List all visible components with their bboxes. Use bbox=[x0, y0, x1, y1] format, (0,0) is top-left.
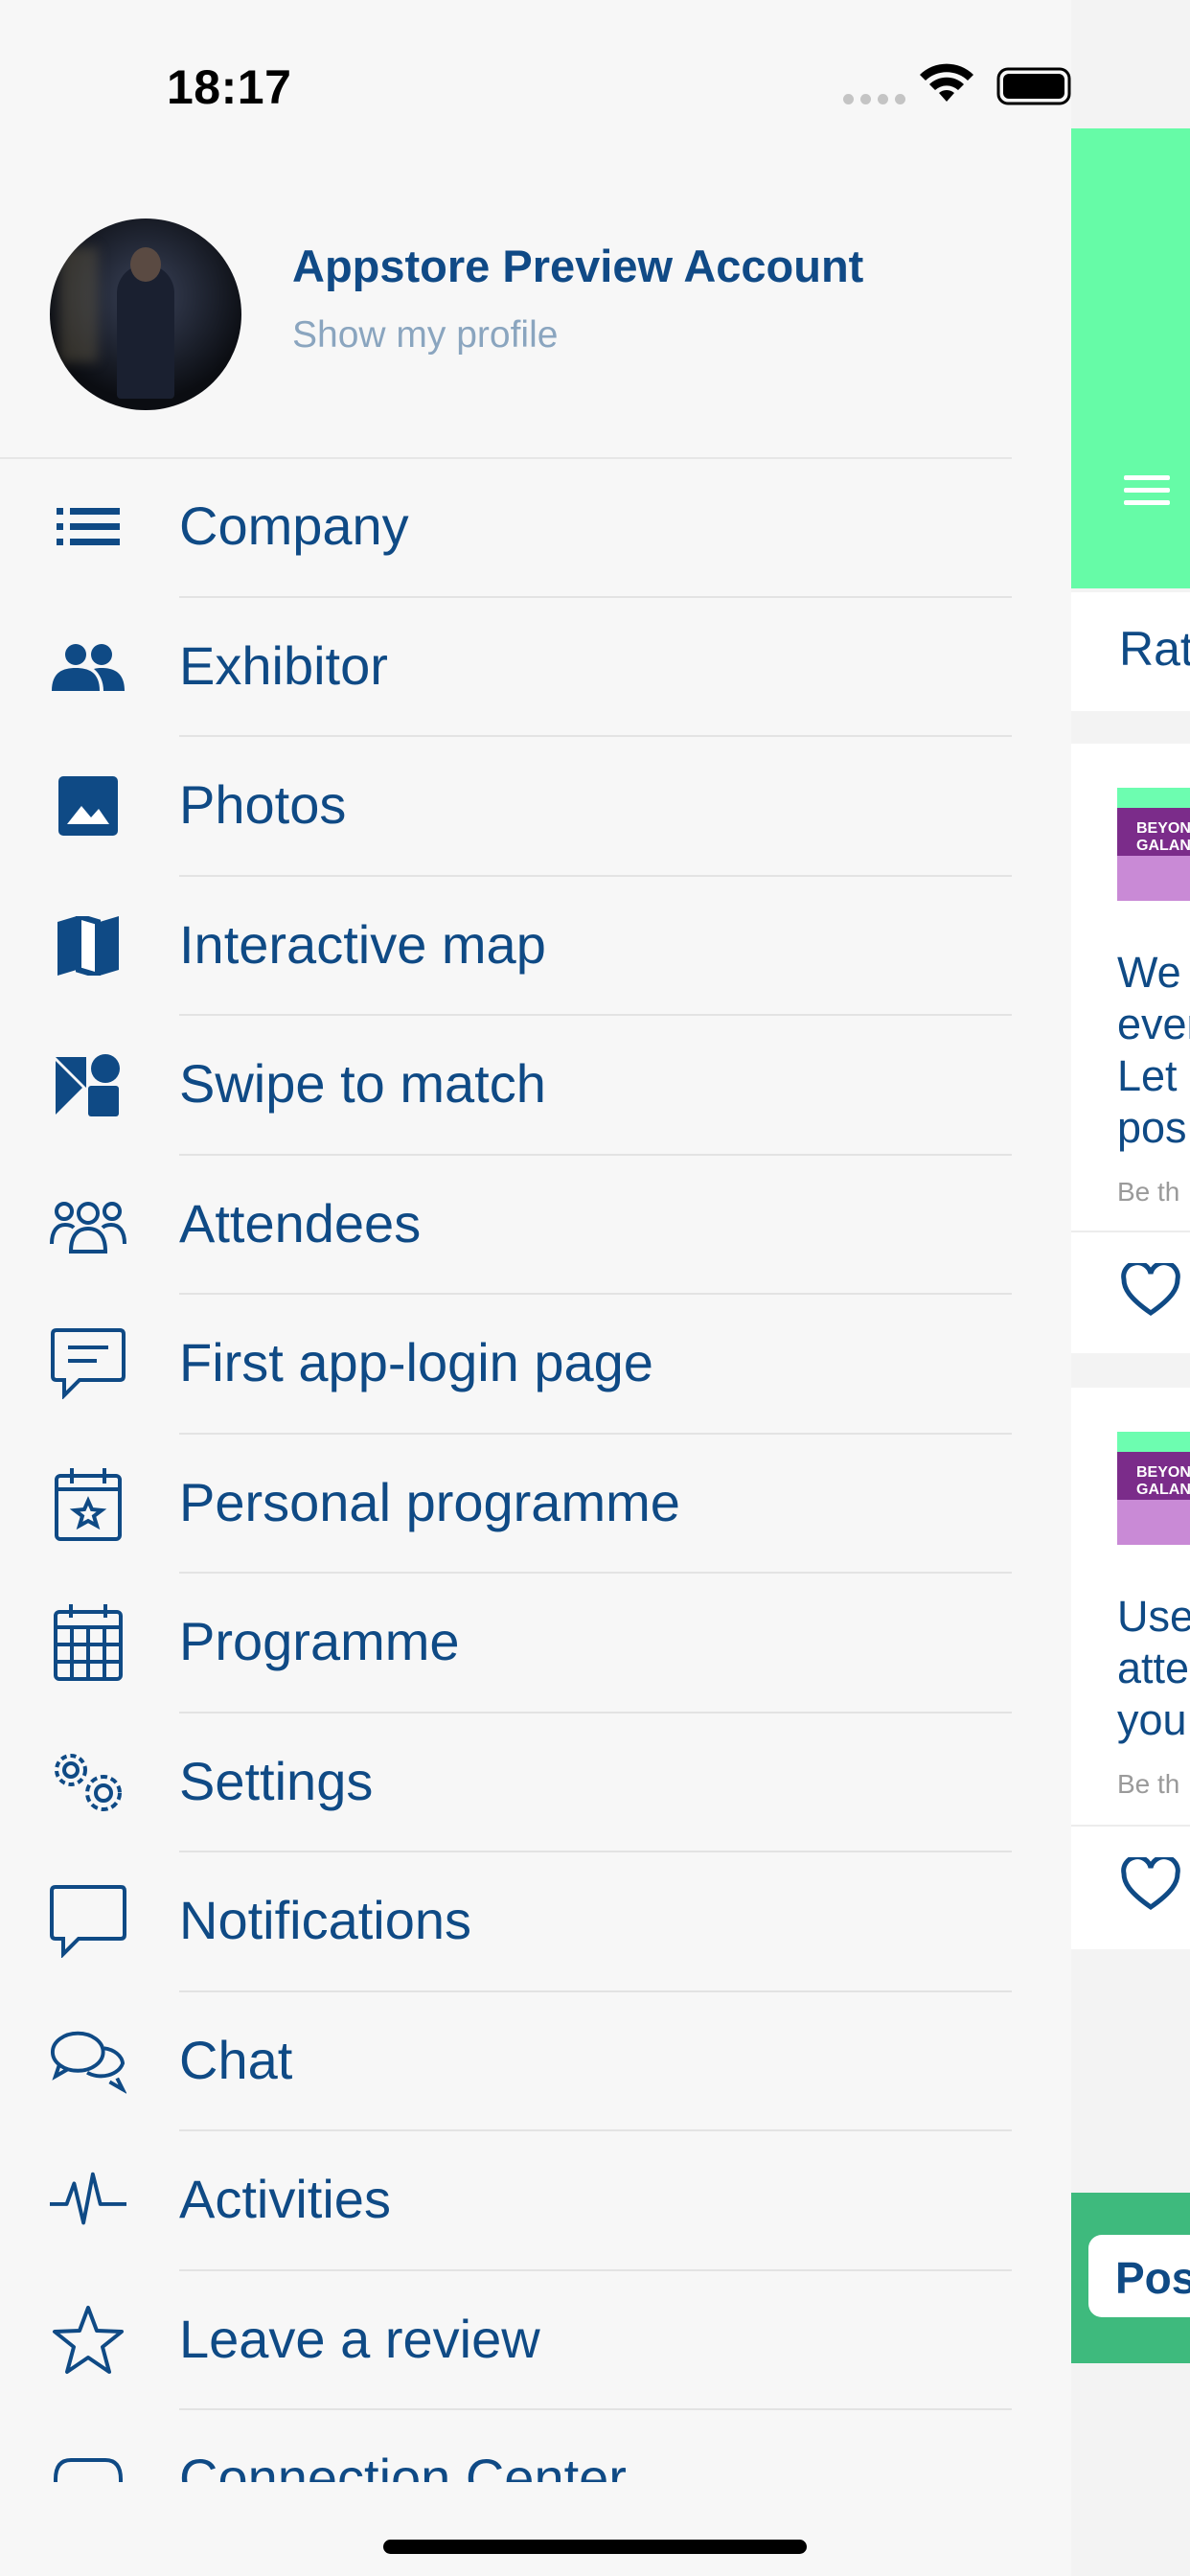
menu-item-programme[interactable]: Programme bbox=[0, 1574, 1012, 1714]
menu-item-leave-a-review[interactable]: Leave a review bbox=[0, 2271, 1012, 2410]
map-icon bbox=[50, 908, 126, 984]
menu-item-label: Chat bbox=[179, 2029, 293, 2090]
menu-item-interactive-map[interactable]: Interactive map bbox=[0, 877, 1012, 1016]
menu-item-label: Leave a review bbox=[179, 2308, 540, 2369]
heart-icon[interactable] bbox=[1121, 1263, 1180, 1317]
menu-list: Company Exhibitor Photos Interactive map… bbox=[0, 458, 1069, 2482]
group-icon bbox=[50, 1186, 126, 1263]
side-drawer: Appstore Preview Account Show my profile… bbox=[0, 0, 1069, 2492]
card-thumbnail-text: BEYON GALAN bbox=[1136, 1464, 1190, 1498]
menu-item-label: Settings bbox=[179, 1750, 374, 1811]
star-icon bbox=[50, 2302, 126, 2379]
shapes-icon bbox=[50, 1046, 126, 1123]
pulse-icon bbox=[50, 2162, 126, 2239]
menu-item-personal-programme[interactable]: Personal programme bbox=[0, 1435, 1012, 1574]
message-lines-icon bbox=[50, 1325, 126, 1402]
background-screen: W Rat BEYON GALAN We ever Let pos Be th … bbox=[1071, 0, 1190, 2576]
chat-bubbles-icon bbox=[50, 2023, 126, 2100]
menu-item-label: Attendees bbox=[179, 1192, 422, 1254]
card-text-line: We bbox=[1117, 948, 1181, 997]
menu-item-label: Company bbox=[179, 495, 409, 556]
image-icon bbox=[50, 768, 126, 844]
card-text-line: you bbox=[1117, 1695, 1187, 1744]
menu-item-activities[interactable]: Activities bbox=[0, 2131, 1012, 2271]
menu-item-label: Connection Center bbox=[179, 2448, 627, 2482]
post-button-label: Pos bbox=[1115, 2253, 1190, 2303]
calendar-star-icon bbox=[50, 1465, 126, 1542]
card-text-line: Use bbox=[1117, 1592, 1190, 1641]
menu-item-settings[interactable]: Settings bbox=[0, 1714, 1012, 1852]
tab-rating-label: Rat bbox=[1119, 622, 1190, 676]
menu-item-label: Interactive map bbox=[179, 913, 546, 975]
feed-card[interactable]: BEYON GALAN We ever Let pos Be th bbox=[1071, 744, 1190, 1353]
profile-name[interactable]: Appstore Preview Account bbox=[292, 240, 863, 292]
menu-item-attendees[interactable]: Attendees bbox=[0, 1156, 1012, 1295]
people-icon bbox=[50, 629, 126, 705]
hamburger-icon[interactable] bbox=[1124, 475, 1170, 513]
calendar-grid-icon bbox=[50, 1604, 126, 1681]
card-divider bbox=[1071, 1825, 1190, 1827]
menu-item-label: Notifications bbox=[179, 1890, 472, 1950]
menu-item-label: Swipe to match bbox=[179, 1053, 546, 1114]
menu-item-first-app-login-page[interactable]: First app-login page bbox=[0, 1295, 1012, 1435]
menu-item-label: First app-login page bbox=[179, 1332, 653, 1392]
menu-item-connection-center[interactable]: Connection Center bbox=[0, 2410, 1012, 2482]
connection-icon bbox=[50, 2441, 126, 2482]
heart-icon[interactable] bbox=[1121, 1857, 1180, 1911]
feed-card[interactable]: BEYON GALAN Use atte you Be th bbox=[1071, 1388, 1190, 1949]
post-bar: Pos bbox=[1071, 2193, 1190, 2363]
show-profile-link[interactable]: Show my profile bbox=[292, 314, 558, 356]
card-thumbnail-text: BEYON GALAN bbox=[1136, 820, 1190, 854]
menu-item-label: Personal programme bbox=[179, 1471, 680, 1532]
menu-item-company[interactable]: Company bbox=[0, 458, 1012, 598]
card-text-line: ever bbox=[1117, 1000, 1190, 1048]
menu-item-notifications[interactable]: Notifications bbox=[0, 1852, 1012, 1992]
menu-item-swipe-to-match[interactable]: Swipe to match bbox=[0, 1016, 1012, 1156]
menu-item-label: Programme bbox=[179, 1611, 460, 1671]
menu-item-photos[interactable]: Photos bbox=[0, 737, 1012, 877]
avatar[interactable] bbox=[50, 218, 241, 410]
menu-item-chat[interactable]: Chat bbox=[0, 1992, 1012, 2131]
card-meta: Be th bbox=[1117, 1769, 1180, 1799]
card-text-line: pos bbox=[1117, 1103, 1187, 1152]
list-icon bbox=[50, 489, 126, 565]
home-indicator[interactable] bbox=[383, 2540, 807, 2554]
card-meta: Be th bbox=[1117, 1177, 1180, 1207]
menu-item-label: Exhibitor bbox=[179, 634, 388, 696]
tab-rating[interactable]: Rat bbox=[1071, 592, 1190, 711]
card-text-line: atte bbox=[1117, 1644, 1190, 1692]
card-text-line: Let bbox=[1117, 1051, 1178, 1100]
event-header: W bbox=[1071, 128, 1190, 699]
menu-item-label: Photos bbox=[179, 774, 347, 835]
speech-bubble-icon bbox=[50, 1883, 126, 1960]
card-divider bbox=[1071, 1230, 1190, 1232]
menu-item-label: Activities bbox=[179, 2169, 391, 2229]
menu-item-exhibitor[interactable]: Exhibitor bbox=[0, 598, 1012, 737]
post-button[interactable]: Pos bbox=[1088, 2235, 1190, 2317]
gears-icon bbox=[50, 1744, 126, 1821]
